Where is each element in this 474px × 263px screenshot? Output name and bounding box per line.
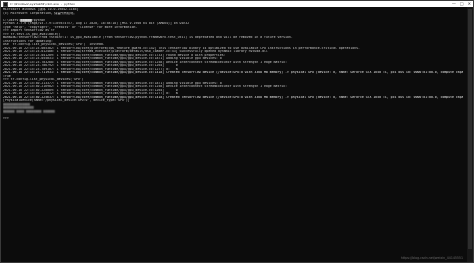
window-title: C:\Windows\system32\cmd.exe - python xyxy=(10,2,76,6)
maximize-button[interactable]: □ xyxy=(460,1,464,7)
console-line: >>> xyxy=(3,116,11,120)
title-bar[interactable]: C:\Windows\system32\cmd.exe - python — □… xyxy=(1,1,473,7)
console-output[interactable]: Microsoft Windows [版本 10.0.19042.1165] (c… xyxy=(3,8,463,258)
vertical-scrollbar[interactable] xyxy=(467,7,473,262)
console-line: ██████ ████ ████████ ██████ xyxy=(3,109,55,113)
console-line: 2021-09-16 22:15:23.711931: I tensorflow… xyxy=(3,71,463,74)
minimize-button[interactable]: — xyxy=(452,1,456,7)
scrollbar-thumb[interactable] xyxy=(468,9,472,249)
cmd-icon xyxy=(3,1,8,7)
cmd-window: C:\Windows\system32\cmd.exe - python — □… xyxy=(0,0,474,263)
watermark-text: https://blog.csdn.net/weixin_44145551 xyxy=(400,256,463,260)
